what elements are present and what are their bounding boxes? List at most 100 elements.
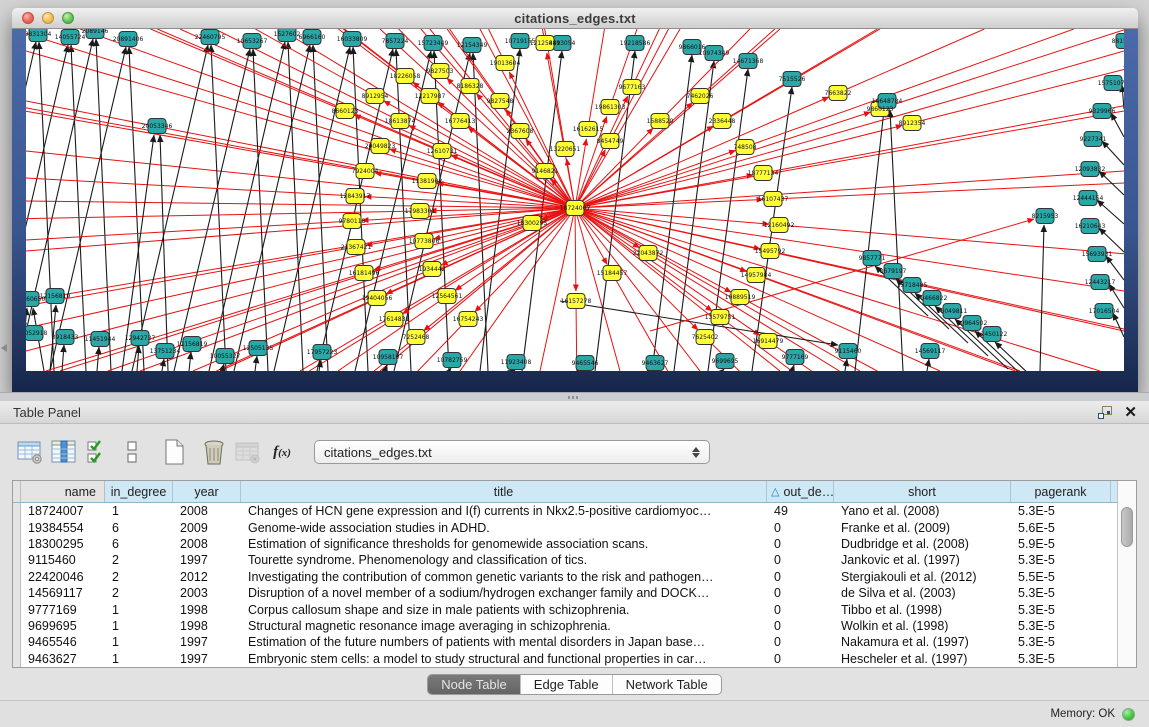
svg-text:16754243: 16754243: [453, 316, 484, 323]
select-all-icon[interactable]: [82, 437, 114, 467]
column-header-name[interactable]: name: [21, 481, 105, 502]
dropdown-arrows-icon: [687, 447, 705, 458]
svg-text:11451944: 11451944: [85, 336, 116, 343]
citation-graph[interactable]: 9831304140557242089146208914062246079510…: [26, 29, 1124, 371]
cell-in_degree: 6: [105, 537, 173, 551]
cell-pagerank: 5.3E-5: [1011, 504, 1111, 518]
function-builder-icon[interactable]: f(x): [266, 437, 298, 467]
cell-year: 1997: [173, 553, 241, 567]
table-row[interactable]: 1830029562008Estimation of significance …: [13, 536, 1117, 552]
svg-text:10466822: 10466822: [917, 295, 948, 302]
memory-status-icon[interactable]: [1122, 708, 1135, 721]
table-tabs-bar: Node TableEdge TableNetwork Table: [0, 668, 1149, 700]
scrollbar-thumb[interactable]: [1121, 507, 1133, 547]
svg-text:12450122: 12450122: [977, 331, 1008, 338]
svg-text:8186328: 8186328: [457, 83, 484, 90]
svg-text:18300295: 18300295: [517, 220, 548, 227]
splitpane-collapse-icon[interactable]: [1, 344, 7, 352]
table-select-dropdown[interactable]: citations_edges.txt: [314, 440, 710, 464]
svg-text:7857224: 7857224: [382, 38, 409, 45]
delete-table-icon[interactable]: [232, 437, 264, 467]
cell-in_degree: 1: [105, 603, 173, 617]
svg-text:14957984: 14957984: [741, 272, 772, 279]
table-row[interactable]: 969969511998Structural magnetic resonanc…: [13, 618, 1117, 634]
svg-text:9115460: 9115460: [835, 348, 862, 355]
column-header-title[interactable]: title: [241, 481, 767, 502]
svg-text:12154349: 12154349: [457, 42, 488, 49]
svg-text:9831304: 9831304: [26, 31, 52, 38]
table-row[interactable]: 1872400712008Changes of HCN gene express…: [13, 503, 1117, 519]
cell-title: Embryonic stem cells: a model to study s…: [241, 652, 767, 666]
show-columns-icon[interactable]: [48, 437, 80, 467]
column-header-short[interactable]: short: [834, 481, 1011, 502]
svg-text:17957223: 17957223: [307, 349, 338, 356]
cell-short: Hescheler et al. (1997): [834, 652, 1011, 666]
float-panel-icon[interactable]: [1098, 406, 1112, 419]
create-column-icon[interactable]: [158, 437, 190, 467]
network-desktop: 9831304140557242089146208914062246079510…: [12, 29, 1138, 392]
delete-columns-icon[interactable]: [198, 437, 230, 467]
cell-name: 9463627: [21, 652, 105, 666]
network-canvas[interactable]: 9831304140557242089146208914062246079510…: [26, 29, 1124, 371]
svg-text:12843917: 12843917: [340, 193, 371, 200]
cell-name: 9115460: [21, 553, 105, 567]
clear-selection-icon[interactable]: [116, 437, 148, 467]
panel-divider[interactable]: [0, 392, 1149, 401]
cell-title: Estimation of significance thresholds fo…: [241, 537, 767, 551]
tab-edge-table[interactable]: Edge Table: [521, 675, 613, 694]
table-row[interactable]: 946554611997Estimation of the future num…: [13, 634, 1117, 650]
table-row[interactable]: 1456911722003Disruption of a novel membe…: [13, 585, 1117, 601]
table-panel: Table Panel ✕: [0, 401, 1149, 727]
svg-text:12564561: 12564561: [432, 293, 463, 300]
vertical-scrollbar[interactable]: [1117, 481, 1136, 667]
svg-text:12444154: 12444154: [1073, 195, 1104, 202]
svg-text:10782759: 10782759: [437, 357, 468, 364]
cell-out_degree: 49: [767, 504, 834, 518]
table-row[interactable]: 977716911998Corpus callosum shape and si…: [13, 601, 1117, 617]
cell-in_degree: 2: [105, 570, 173, 584]
svg-text:9699695: 9699695: [712, 358, 739, 365]
cell-out_degree: 0: [767, 521, 834, 535]
table-row[interactable]: 946362711997Embryonic stem cells: a mode…: [13, 651, 1117, 667]
svg-text:22043872: 22043872: [633, 250, 664, 257]
cell-out_degree: 0: [767, 652, 834, 666]
tab-node-table[interactable]: Node Table: [428, 675, 521, 694]
cell-title: Genome-wide association studies in ADHD.: [241, 521, 767, 535]
svg-text:19404056: 19404056: [362, 295, 393, 302]
divider-grip-icon: [568, 396, 580, 399]
svg-text:16181496: 16181496: [349, 270, 380, 277]
svg-text:9146821: 9146821: [532, 168, 559, 175]
svg-text:7663822: 7663822: [825, 90, 852, 97]
window-titlebar[interactable]: citations_edges.txt: [12, 8, 1138, 29]
svg-text:17983301: 17983301: [405, 208, 436, 215]
column-header-out_degree[interactable]: △out_de…: [767, 481, 834, 502]
svg-text:18777134: 18777134: [748, 170, 779, 177]
column-header-in_degree[interactable]: in_degree: [105, 481, 173, 502]
column-header-year[interactable]: year: [173, 481, 241, 502]
column-header-pagerank[interactable]: pagerank: [1011, 481, 1111, 502]
tab-network-table[interactable]: Network Table: [613, 675, 721, 694]
table-row[interactable]: 911546021997Tourette syndrome. Phenomeno…: [13, 552, 1117, 568]
table-row[interactable]: 2242004622012Investigating the contribut…: [13, 569, 1117, 585]
svg-text:10889519: 10889519: [725, 294, 756, 301]
svg-text:1934442: 1934442: [419, 266, 446, 273]
cell-in_degree: 2: [105, 553, 173, 567]
table-mode-icon[interactable]: [14, 437, 46, 467]
cell-pagerank: 5.3E-5: [1011, 586, 1111, 600]
svg-text:8454749: 8454749: [597, 138, 624, 145]
svg-text:10964502: 10964502: [957, 320, 988, 327]
cell-short: Wolkin et al. (1998): [834, 619, 1011, 633]
cell-pagerank: 5.3E-5: [1011, 603, 1111, 617]
cell-pagerank: 5.5E-5: [1011, 570, 1111, 584]
svg-text:9780118: 9780118: [339, 218, 366, 225]
svg-text:2089146: 2089146: [82, 29, 109, 35]
table-row[interactable]: 1938455462009Genome-wide association stu…: [13, 519, 1117, 535]
svg-text:10974349: 10974349: [699, 50, 730, 57]
svg-text:16648784: 16648784: [872, 98, 903, 105]
svg-text:2052918: 2052918: [26, 330, 48, 337]
close-panel-icon[interactable]: ✕: [1124, 405, 1137, 420]
svg-text:12217987: 12217987: [415, 93, 446, 100]
status-bar: Memory: OK: [0, 700, 1149, 727]
cell-out_degree: 0: [767, 635, 834, 649]
cell-in_degree: 6: [105, 521, 173, 535]
